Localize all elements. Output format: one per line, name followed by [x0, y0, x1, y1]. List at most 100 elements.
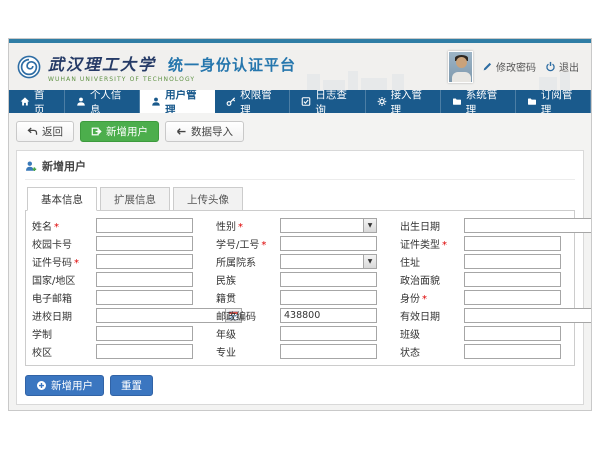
field-label: 出生日期 [400, 218, 464, 233]
id-type-input[interactable] [464, 236, 561, 251]
grade-input[interactable] [280, 326, 377, 341]
user-avatar[interactable] [448, 51, 473, 83]
address-input[interactable] [464, 254, 561, 269]
required-asterisk: * [261, 240, 266, 251]
avatar-face [456, 57, 467, 68]
class-input[interactable] [464, 326, 561, 341]
toolbar-add-user-button[interactable]: 新增用户 [80, 121, 159, 142]
campus-card-no-input[interactable] [96, 236, 193, 251]
add-user-panel-icon [25, 160, 37, 172]
nav-item-system[interactable]: 系统管理 [441, 90, 516, 113]
field-label: 证件号码* [32, 254, 96, 269]
tab-basic-info[interactable]: 基本信息 [27, 187, 97, 211]
nav-item-label: 订阅管理 [541, 87, 579, 117]
brand-text: 武汉理工大学 统一身份认证平台 WUHAN UNIVERSITY OF TECH… [48, 51, 296, 83]
field-label: 班级 [400, 326, 464, 341]
form-field-postal-code: 邮政编码 [216, 308, 384, 323]
nav-item-subscription[interactable]: 订阅管理 [516, 90, 591, 113]
back-button-label: 返回 [42, 124, 63, 139]
birth-date-input[interactable] [464, 218, 591, 233]
folder-icon [452, 96, 462, 107]
pencil-icon [482, 61, 493, 72]
status-input[interactable] [464, 344, 561, 359]
submit-add-user-button[interactable]: 新增用户 [25, 375, 104, 396]
nav-item-label: 用户管理 [165, 87, 203, 117]
form-field-department: 所属院系▼ [216, 254, 384, 269]
nav-item-label: 接入管理 [391, 87, 429, 117]
field-label: 学制 [32, 326, 96, 341]
name-input[interactable] [96, 218, 193, 233]
form-field-name: 姓名* [32, 218, 200, 233]
field-label: 证件类型* [400, 236, 464, 251]
change-password-link[interactable]: 修改密码 [482, 59, 536, 74]
required-asterisk: * [54, 222, 59, 233]
data-import-button[interactable]: 数据导入 [165, 121, 244, 142]
student-no-input[interactable] [280, 236, 377, 251]
tab-upload-avatar[interactable]: 上传头像 [173, 187, 243, 211]
form-field-country-region: 国家/地区 [32, 272, 200, 287]
field-label: 有效日期 [400, 308, 464, 323]
change-password-label: 修改密码 [496, 59, 536, 74]
nav-item-profile[interactable]: 个人信息 [65, 90, 140, 113]
logout-label: 退出 [559, 59, 579, 74]
required-asterisk: * [74, 258, 79, 269]
native-place-input[interactable] [280, 290, 377, 305]
campus-input[interactable] [96, 344, 193, 359]
political-status-input[interactable] [464, 272, 561, 287]
form-field-student-no: 学号/工号* [216, 236, 384, 251]
university-name-en: WUHAN UNIVERSITY OF TECHNOLOGY [48, 76, 296, 83]
identity-input[interactable] [464, 290, 561, 305]
department-select[interactable]: ▼ [280, 254, 377, 269]
log-icon [301, 96, 311, 107]
nav-item-permissions[interactable]: 权限管理 [215, 90, 290, 113]
add-user-panel: 新增用户 基本信息扩展信息上传头像 姓名* 性别*▼ 出生日期校园卡号 学号/工号* 证… [16, 150, 584, 405]
form-field-ethnicity: 民族 [216, 272, 384, 287]
nav-item-users[interactable]: 用户管理 [140, 90, 215, 113]
avatar-shirt [452, 72, 471, 82]
university-name: 武汉理工大学 [48, 51, 156, 75]
form-field-enroll-date: 进校日期 [32, 308, 200, 323]
basic-info-form: 姓名*性别*▼出生日期校园卡号学号/工号*证件类型*证件号码*所属院系▼住址国家… [25, 210, 575, 366]
nav-item-access[interactable]: 接入管理 [366, 90, 441, 113]
nav-item-label: 个人信息 [90, 87, 128, 117]
country-region-input[interactable] [96, 272, 193, 287]
form-field-address: 住址 [400, 254, 568, 269]
field-label: 校园卡号 [32, 236, 96, 251]
enroll-date-input[interactable] [96, 308, 225, 323]
tab-extended-info[interactable]: 扩展信息 [100, 187, 170, 211]
app-window: 武汉理工大学 统一身份认证平台 WUHAN UNIVERSITY OF TECH… [8, 38, 592, 411]
logout-link[interactable]: 退出 [545, 59, 579, 74]
data-import-label: 数据导入 [191, 124, 233, 139]
nav-item-logs[interactable]: 日志查询 [290, 90, 365, 113]
home-icon [20, 96, 30, 107]
id-number-input[interactable] [96, 254, 193, 269]
nav-item-label: 权限管理 [240, 87, 278, 117]
platform-title: 统一身份认证平台 [168, 54, 296, 75]
nav-item-label: 首页 [34, 87, 53, 117]
field-label: 所属院系 [216, 254, 280, 269]
form-field-schooling-length: 学制 [32, 326, 200, 341]
form-tabs: 基本信息扩展信息上传头像 [25, 187, 575, 211]
nav-item-label: 日志查询 [315, 87, 353, 117]
add-user-button-label: 新增用户 [106, 124, 148, 139]
back-button[interactable]: 返回 [16, 121, 74, 142]
form-field-id-type: 证件类型* [400, 236, 568, 251]
major-input[interactable] [280, 344, 377, 359]
back-arrow-icon [27, 126, 38, 137]
gender-select[interactable]: ▼ [280, 218, 377, 233]
nav-item-home[interactable]: 首页 [9, 90, 65, 113]
brand: 武汉理工大学 统一身份认证平台 WUHAN UNIVERSITY OF TECH… [17, 51, 296, 83]
form-field-gender: 性别*▼ [216, 218, 384, 233]
power-icon [545, 61, 556, 72]
user-icon [76, 96, 86, 107]
ethnicity-input[interactable] [280, 272, 377, 287]
schooling-length-input[interactable] [96, 326, 193, 341]
email-input[interactable] [96, 290, 193, 305]
field-label: 进校日期 [32, 308, 96, 323]
university-logo-icon [17, 55, 41, 79]
reset-button[interactable]: 重置 [110, 375, 153, 396]
postal-code-input[interactable] [280, 308, 377, 323]
valid-date-input[interactable] [464, 308, 591, 323]
required-asterisk: * [422, 294, 427, 305]
field-label: 年级 [216, 326, 280, 341]
